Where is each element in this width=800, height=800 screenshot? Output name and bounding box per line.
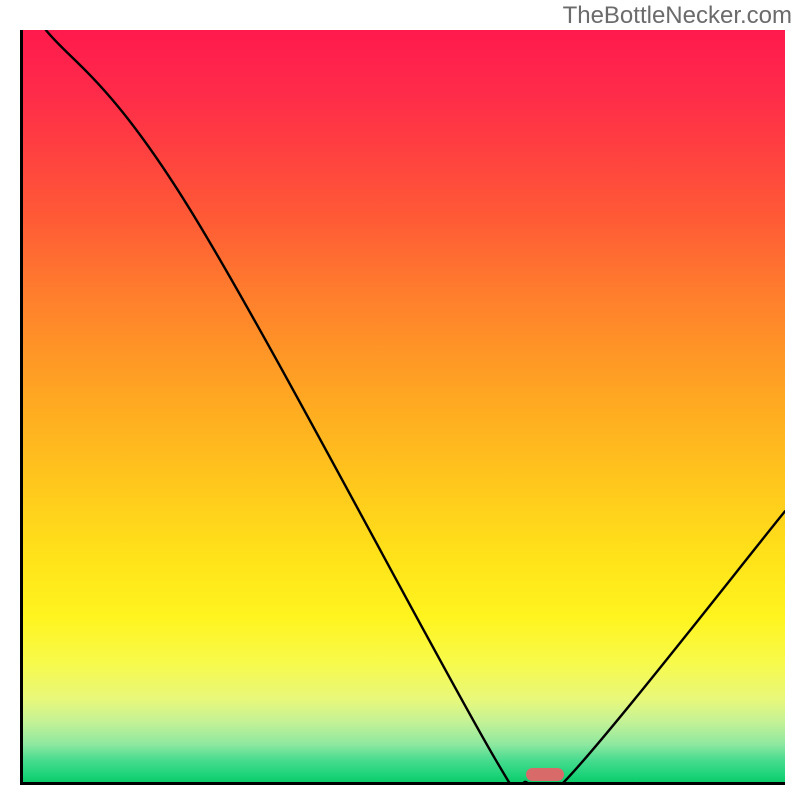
source-watermark: TheBottleNecker.com (563, 2, 792, 30)
heat-gradient-background (23, 30, 785, 782)
plot-area (20, 30, 785, 785)
chart-container: TheBottleNecker.com (0, 0, 800, 800)
